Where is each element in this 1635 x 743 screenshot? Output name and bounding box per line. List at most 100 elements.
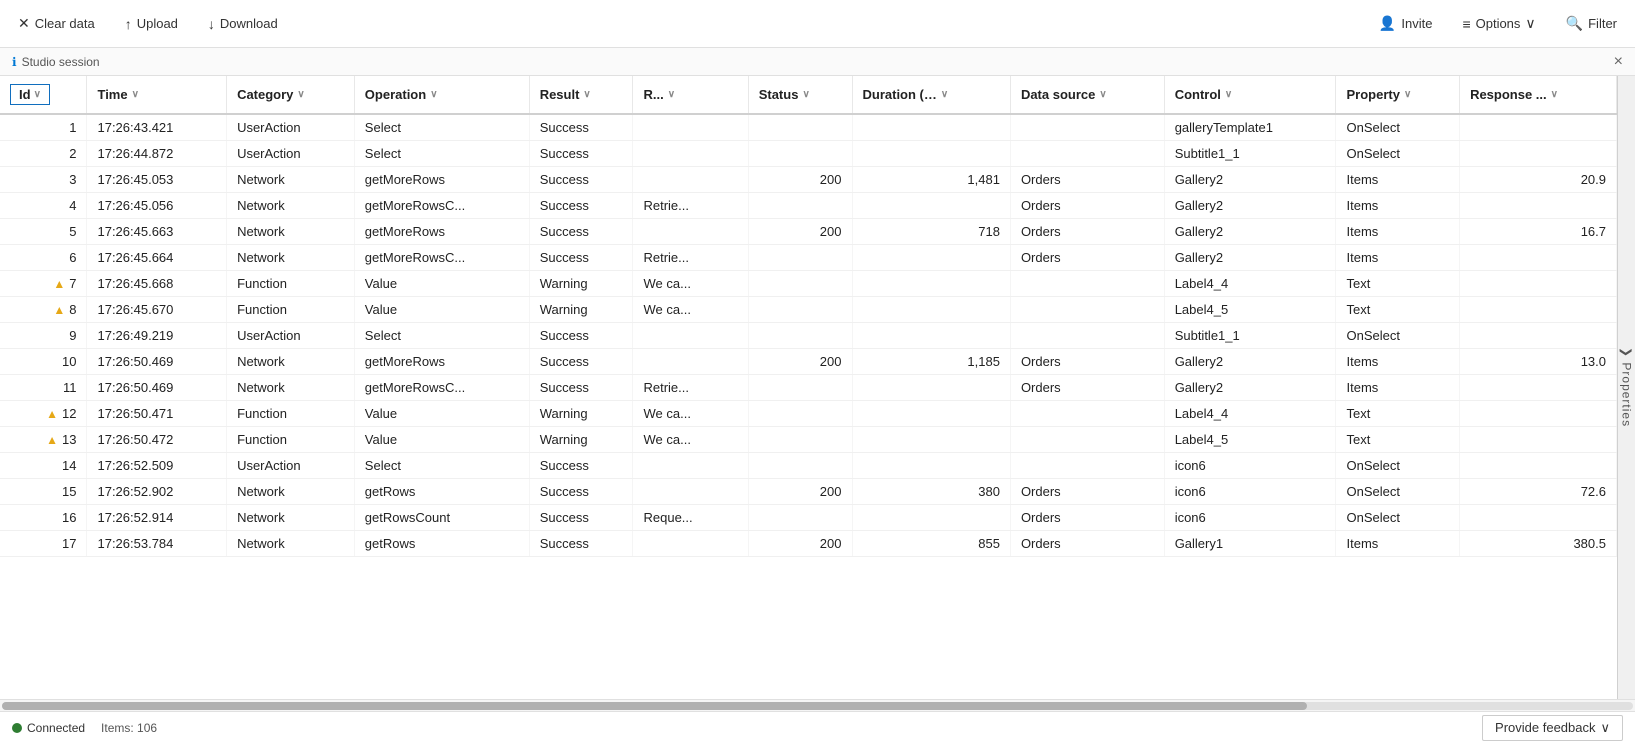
table-cell: Text xyxy=(1336,401,1460,427)
table-row[interactable]: 417:26:45.056NetworkgetMoreRowsC...Succe… xyxy=(0,193,1617,219)
table-cell xyxy=(633,219,748,245)
table-cell: Items xyxy=(1336,219,1460,245)
table-cell xyxy=(852,114,1010,141)
table-cell: Text xyxy=(1336,297,1460,323)
table-cell: Success xyxy=(529,167,633,193)
close-session-button[interactable]: × xyxy=(1614,53,1623,71)
table-cell: getRowsCount xyxy=(354,505,529,531)
table-cell: Label4_4 xyxy=(1164,271,1336,297)
col-header-category[interactable]: Category ∨ xyxy=(227,76,355,114)
table-cell: Orders xyxy=(1010,505,1164,531)
col-operation-label: Operation xyxy=(365,87,426,102)
table-row[interactable]: 1617:26:52.914NetworkgetRowsCountSuccess… xyxy=(0,505,1617,531)
horizontal-scrollbar[interactable] xyxy=(0,699,1635,711)
sort-icon-duration: ∨ xyxy=(941,89,948,100)
table-cell: Value xyxy=(354,427,529,453)
table-row[interactable]: 217:26:44.872UserActionSelectSuccessSubt… xyxy=(0,141,1617,167)
upload-button[interactable]: ↑ Upload xyxy=(119,12,184,36)
col-header-result[interactable]: Result ∨ xyxy=(529,76,633,114)
table-cell xyxy=(1010,323,1164,349)
table-cell: Value xyxy=(354,271,529,297)
table-row[interactable]: 1517:26:52.902NetworkgetRowsSuccess20038… xyxy=(0,479,1617,505)
table-cell: getMoreRowsC... xyxy=(354,245,529,271)
table-cell: 17:26:45.056 xyxy=(87,193,227,219)
sort-icon-id: ∨ xyxy=(34,89,41,100)
table-cell: 718 xyxy=(852,219,1010,245)
table-cell: Subtitle1_1 xyxy=(1164,323,1336,349)
table-row[interactable]: 1117:26:50.469NetworkgetMoreRowsC...Succ… xyxy=(0,375,1617,401)
col-header-property[interactable]: Property ∨ xyxy=(1336,76,1460,114)
download-icon: ↓ xyxy=(208,16,215,32)
table-cell: 17:26:52.902 xyxy=(87,479,227,505)
provide-feedback-button[interactable]: Provide feedback ∨ xyxy=(1482,715,1623,741)
col-header-response[interactable]: Response ... ∨ xyxy=(1460,76,1617,114)
table-cell: 17:26:43.421 xyxy=(87,114,227,141)
table-cell: 5 xyxy=(0,219,87,245)
table-cell: Items xyxy=(1336,167,1460,193)
table-cell xyxy=(748,114,852,141)
table-cell: 200 xyxy=(748,479,852,505)
col-header-operation[interactable]: Operation ∨ xyxy=(354,76,529,114)
properties-side-panel[interactable]: ❯ Properties xyxy=(1617,76,1635,699)
download-button[interactable]: ↓ Download xyxy=(202,12,284,36)
table-cell: Items xyxy=(1336,349,1460,375)
scrollbar-thumb[interactable] xyxy=(2,702,1307,710)
table-cell: 200 xyxy=(748,167,852,193)
table-row[interactable]: ▲717:26:45.668FunctionValueWarningWe ca.… xyxy=(0,271,1617,297)
table-cell xyxy=(748,271,852,297)
sort-icon-result: ∨ xyxy=(583,89,590,100)
table-row[interactable]: 1417:26:52.509UserActionSelectSuccessico… xyxy=(0,453,1617,479)
table-cell xyxy=(1460,297,1617,323)
table-row[interactable]: 117:26:43.421UserActionSelectSuccessgall… xyxy=(0,114,1617,141)
upload-label: Upload xyxy=(137,16,178,31)
table-cell xyxy=(852,505,1010,531)
table-cell xyxy=(748,375,852,401)
upload-icon: ↑ xyxy=(125,16,132,32)
filter-button[interactable]: 🔍 Filter xyxy=(1560,11,1623,36)
table-cell: Warning xyxy=(529,297,633,323)
table-row[interactable]: ▲1317:26:50.472FunctionValueWarningWe ca… xyxy=(0,427,1617,453)
table-cell xyxy=(633,453,748,479)
table-cell: getMoreRowsC... xyxy=(354,375,529,401)
table-cell xyxy=(1460,114,1617,141)
table-wrapper[interactable]: Id ∨ Time ∨ Category ∨ xyxy=(0,76,1617,699)
table-row[interactable]: ▲1217:26:50.471FunctionValueWarningWe ca… xyxy=(0,401,1617,427)
options-button[interactable]: ≡ Options ∨ xyxy=(1456,11,1541,36)
table-cell xyxy=(852,271,1010,297)
table-cell: We ca... xyxy=(633,271,748,297)
table-cell: We ca... xyxy=(633,401,748,427)
side-panel-label: ❯ Properties xyxy=(1620,347,1634,427)
col-header-r[interactable]: R... ∨ xyxy=(633,76,748,114)
table-cell xyxy=(748,323,852,349)
table-row[interactable]: 1717:26:53.784NetworkgetRowsSuccess20085… xyxy=(0,531,1617,557)
table-cell xyxy=(633,167,748,193)
scrollbar-track[interactable] xyxy=(2,702,1633,710)
col-header-time[interactable]: Time ∨ xyxy=(87,76,227,114)
table-row[interactable]: 617:26:45.664NetworkgetMoreRowsC...Succe… xyxy=(0,245,1617,271)
table-cell xyxy=(852,245,1010,271)
table-row[interactable]: 517:26:45.663NetworkgetMoreRowsSuccess20… xyxy=(0,219,1617,245)
sort-icon-control: ∨ xyxy=(1225,89,1232,100)
invite-button[interactable]: 👤 Invite xyxy=(1373,11,1439,36)
table-cell: Function xyxy=(227,427,355,453)
col-header-id[interactable]: Id ∨ xyxy=(0,76,87,114)
col-header-control[interactable]: Control ∨ xyxy=(1164,76,1336,114)
table-row[interactable]: 317:26:45.053NetworkgetMoreRowsSuccess20… xyxy=(0,167,1617,193)
table-cell: 380.5 xyxy=(1460,531,1617,557)
table-cell: Gallery1 xyxy=(1164,531,1336,557)
table-cell: Function xyxy=(227,271,355,297)
table-cell: Retrie... xyxy=(633,245,748,271)
table-row[interactable]: ▲817:26:45.670FunctionValueWarningWe ca.… xyxy=(0,297,1617,323)
table-cell: 3 xyxy=(0,167,87,193)
clear-data-button[interactable]: ✕ Clear data xyxy=(12,11,101,36)
col-status-label: Status xyxy=(759,87,799,102)
col-header-status[interactable]: Status ∨ xyxy=(748,76,852,114)
table-row[interactable]: 917:26:49.219UserActionSelectSuccessSubt… xyxy=(0,323,1617,349)
table-cell: Orders xyxy=(1010,349,1164,375)
col-header-duration[interactable]: Duration (… ∨ xyxy=(852,76,1010,114)
table-cell: icon6 xyxy=(1164,479,1336,505)
col-header-datasource[interactable]: Data source ∨ xyxy=(1010,76,1164,114)
table-cell: 200 xyxy=(748,349,852,375)
table-row[interactable]: 1017:26:50.469NetworkgetMoreRowsSuccess2… xyxy=(0,349,1617,375)
table-cell: Success xyxy=(529,479,633,505)
